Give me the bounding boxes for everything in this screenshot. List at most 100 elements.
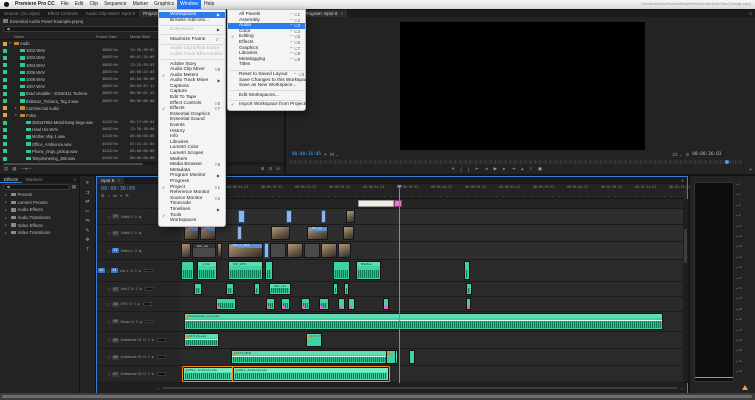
window-menu-item-browse-add-ons[interactable]: Browse Add-ons... bbox=[159, 18, 225, 24]
mute-button[interactable]: M bbox=[143, 338, 146, 342]
tab-markers[interactable]: Markers bbox=[22, 176, 47, 183]
timeline-clip[interactable]: Atmosphere_Loop.wav bbox=[184, 313, 663, 330]
workspaces-menu-item-import-workspace-from-projects[interactable]: ✓Import Workspace from Projects bbox=[228, 102, 305, 108]
timeline-clip[interactable] bbox=[333, 261, 350, 280]
panel-menu-icon[interactable]: ≡ bbox=[749, 11, 752, 17]
menubar-item-window[interactable]: Window bbox=[177, 0, 201, 9]
timeline-clip[interactable]: Beh_the bbox=[192, 243, 216, 258]
menubar-item-help[interactable]: Help bbox=[201, 0, 217, 9]
track-header-a5[interactable]: ◻A5Ambience 01MS◈ bbox=[97, 332, 181, 349]
track-badge-v1[interactable]: V1 bbox=[112, 248, 119, 253]
toggle-track-output-icon[interactable]: ◉ bbox=[139, 249, 142, 253]
mute-button[interactable]: M bbox=[129, 302, 132, 306]
ripple-edit-tool[interactable]: ⇄ bbox=[85, 199, 89, 205]
solo-button[interactable]: S bbox=[133, 302, 135, 306]
lock-icon[interactable]: ◻ bbox=[108, 215, 111, 219]
label-color-chip[interactable] bbox=[3, 149, 7, 153]
timeline-clip[interactable] bbox=[287, 243, 303, 258]
timeline-clip[interactable]: J_Pat bbox=[197, 261, 217, 280]
timeline-clip[interactable] bbox=[466, 298, 471, 310]
lock-icon[interactable]: ◻ bbox=[108, 372, 111, 376]
timeline-clip[interactable] bbox=[338, 298, 345, 310]
track-name[interactable]: SFX bbox=[120, 302, 127, 306]
track-name[interactable]: Vox 2 bbox=[120, 287, 129, 291]
timeline-clip[interactable] bbox=[409, 350, 415, 364]
linked-selection-icon[interactable]: ⋈ bbox=[113, 193, 117, 198]
timeline-clip[interactable] bbox=[238, 210, 245, 223]
timeline-clip[interactable]: Office_Ambience.wav bbox=[233, 367, 389, 381]
mark-out-button[interactable]: } bbox=[468, 167, 470, 172]
timeline-clip[interactable]: MVI_02 bbox=[200, 226, 216, 240]
menubar-item-clip[interactable]: Clip bbox=[86, 0, 101, 9]
menu-app-name[interactable]: Premiere Pro CC bbox=[12, 0, 58, 9]
project-row-mother-ship-1-wav[interactable]: Mother ship 1.wav11025 Hz00:00:00:00 bbox=[0, 133, 284, 140]
track-header-a1[interactable]: A1◻A1Vox 1MS◈ bbox=[97, 260, 181, 282]
timeline-clip[interactable] bbox=[466, 283, 472, 295]
timeline-clip[interactable] bbox=[333, 283, 338, 295]
project-row-369167962-metal-bang-large-wav[interactable]: 369167962-Metal-bang-large.wav44100 Hz00… bbox=[0, 119, 284, 126]
window-menu-item-maximize-frame[interactable]: Maximize Frame⇧` bbox=[159, 37, 225, 43]
add-marker-icon[interactable]: ▾ bbox=[120, 193, 122, 198]
track-lane-a4[interactable]: Atmosphere_Loop.wav bbox=[181, 312, 683, 332]
label-color-chip[interactable] bbox=[3, 56, 7, 60]
playback-resolution-select[interactable]: 1/1 ⌄ bbox=[672, 152, 683, 157]
track-lane-a1[interactable]: J_PatMVI_UPSBritMusr bbox=[181, 260, 683, 282]
project-row-foley[interactable]: ▾Foley bbox=[0, 112, 284, 119]
track-header-v1[interactable]: ◻V1Video 1⊟◉ bbox=[97, 242, 181, 260]
tab-source-no-clips[interactable]: Source: (no clips) bbox=[0, 10, 44, 17]
mark-in-button[interactable]: { bbox=[460, 167, 462, 172]
track-header-v2[interactable]: ◻V2Video 2⊟◉ bbox=[97, 225, 181, 242]
timeline-clip[interactable]: MVI_UPS bbox=[228, 261, 263, 280]
twisty-icon[interactable]: ▾ bbox=[9, 41, 11, 45]
timeline-clip[interactable]: MVI_C_0305 bbox=[228, 243, 263, 258]
track-lane-v3[interactable] bbox=[181, 209, 683, 225]
track-lane-a7[interactable]: Office_Ambience.wavOffice_Ambience.wav bbox=[181, 366, 683, 383]
effects-folder-presets[interactable]: ▸Presets bbox=[0, 191, 79, 199]
step-forward-button[interactable]: ▸ bbox=[503, 166, 505, 172]
pen-tool[interactable]: ✎ bbox=[85, 228, 89, 234]
effects-folder-video-transitions[interactable]: ▸Video Transitions bbox=[0, 229, 79, 237]
timeline-clip[interactable] bbox=[301, 298, 310, 310]
step-back-button[interactable]: ◂ bbox=[485, 166, 487, 172]
mute-button[interactable]: M bbox=[143, 355, 146, 359]
voiceover-record-icon[interactable]: ◈ bbox=[140, 320, 143, 324]
lock-icon[interactable]: ◻ bbox=[108, 320, 111, 324]
go-to-in-button[interactable]: ⇤ bbox=[475, 166, 479, 172]
voiceover-record-icon[interactable]: ◈ bbox=[137, 302, 140, 306]
track-badge-a5[interactable]: A5 bbox=[112, 338, 119, 343]
source-patch-a1[interactable]: A1 bbox=[98, 268, 105, 273]
sync-lock-icon[interactable]: ⊟ bbox=[134, 249, 137, 253]
menubar-item-marker[interactable]: Marker bbox=[130, 0, 152, 9]
timeline-clip[interactable]: MVI_02 bbox=[184, 226, 199, 240]
track-lane-v2[interactable]: MVI_02MVI_02MVI_02 bbox=[181, 225, 683, 242]
new-item-icon[interactable]: ⊟ bbox=[268, 166, 272, 172]
lock-icon[interactable]: ◻ bbox=[108, 302, 111, 306]
label-color-chip[interactable] bbox=[3, 78, 7, 82]
timeline-clip[interactable] bbox=[286, 210, 292, 223]
twisty-icon[interactable]: ▸ bbox=[5, 223, 9, 227]
project-row-office-ambience-wav[interactable]: Office_Ambience.wav44100 Hz01:41:41:04 bbox=[0, 141, 284, 148]
menubar-item-graphics[interactable]: Graphics bbox=[151, 0, 177, 9]
timeline-clip[interactable] bbox=[386, 350, 396, 364]
timeline-clip[interactable] bbox=[181, 243, 191, 258]
timeline-clip[interactable]: 13.5_B.Lowy bbox=[184, 333, 219, 347]
voiceover-record-icon[interactable]: ◈ bbox=[138, 269, 141, 273]
play-button[interactable]: ▶ bbox=[494, 166, 498, 172]
tab-audio-clip-mixer-spot-8[interactable]: Audio Clip Mixer: Spot 8 bbox=[82, 10, 139, 17]
label-color-chip[interactable] bbox=[3, 85, 7, 89]
workspaces-menu-item-save-as-new-workspace[interactable]: Save as New Workspace... bbox=[228, 83, 305, 89]
track-badge-a2[interactable]: A2 bbox=[112, 287, 119, 292]
twisty-icon[interactable]: ▸ bbox=[15, 106, 17, 110]
window-menu-item-workspaces[interactable]: Workspaces bbox=[159, 218, 225, 224]
track-header-a7[interactable]: ◻A7Ambience 03MS◈ bbox=[97, 366, 181, 383]
timeline-clip[interactable] bbox=[194, 283, 202, 295]
window-bottom-scrollbar[interactable] bbox=[0, 393, 755, 400]
toggle-track-output-icon[interactable]: ◉ bbox=[139, 215, 142, 219]
label-color-chip[interactable] bbox=[3, 92, 7, 96]
voiceover-record-icon[interactable]: ◈ bbox=[151, 338, 154, 342]
effects-folder-audio-transitions[interactable]: ▸Audio Transitions bbox=[0, 214, 79, 222]
settings-wrench-icon[interactable]: ⚙ bbox=[686, 152, 690, 157]
track-badge-a6[interactable]: A6 bbox=[112, 355, 119, 360]
timeline-clip[interactable] bbox=[226, 283, 234, 295]
lock-icon[interactable]: ◻ bbox=[108, 231, 111, 235]
